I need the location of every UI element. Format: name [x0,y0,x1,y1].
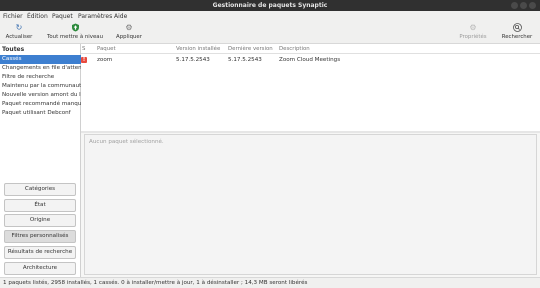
filter-sidebar: Toutes Cassés Changements en file d'atte… [0,44,81,277]
shield-upgrade-icon [71,23,80,32]
origin-button[interactable]: Origine [4,214,76,227]
filter-item-missing-recommends[interactable]: Paquet recommandé manquant [0,100,81,109]
broken-package-icon[interactable]: ! [81,57,87,63]
search-results-button[interactable]: Résultats de recherche [4,246,76,259]
mark-all-upgrades-label: Tout mettre à niveau [47,34,103,40]
architecture-button[interactable]: Architecture [4,262,76,275]
refresh-icon: ↻ [15,23,23,32]
column-description[interactable]: Description [279,46,310,52]
column-latest-version[interactable]: Dernière version [228,46,273,52]
mark-all-upgrades-button[interactable]: Tout mettre à niveau [46,23,104,43]
apply-label: Appliquer [116,34,142,40]
status-text: 1 paquets listés, 2958 installés, 1 cass… [3,280,308,286]
filter-item-broken[interactable]: Cassés [0,55,81,64]
column-status[interactable]: S [82,46,85,52]
maximize-button[interactable] [520,2,527,9]
status-bar: 1 paquets listés, 2958 installés, 1 cass… [0,277,540,288]
custom-filters-button[interactable]: Filtres personnalisés [4,230,76,243]
latest-version: 5.17.5.2543 [228,57,262,63]
menu-edit[interactable]: Édition [27,13,48,20]
column-package[interactable]: Paquet [97,46,116,52]
menu-settings[interactable]: Paramètres [78,13,112,20]
search-button[interactable]: Rechercher [500,23,534,43]
filter-list: Cassés Changements en file d'attente Fil… [0,55,81,118]
properties-label: Propriétés [459,34,487,40]
toolbar: ↻ Actualiser Tout mettre à niveau ⚙ Appl… [0,22,540,44]
filter-item-queued-changes[interactable]: Changements en file d'attente [0,64,81,73]
search-icon [512,23,522,32]
filter-item-community-maintained[interactable]: Maintenu par la communauté [0,82,81,91]
apply-button[interactable]: ⚙ Appliquer [114,23,144,43]
properties-gear-icon: ⚙ [469,23,477,32]
filter-item-search-filter[interactable]: Filtre de recherche [0,73,81,82]
status-button[interactable]: État [4,199,76,212]
apply-gears-icon: ⚙ [125,23,133,32]
title-bar: Gestionnaire de paquets Synaptic [0,0,540,11]
package-details-pane: Aucun paquet sélectionné. [84,134,537,275]
window-title: Gestionnaire de paquets Synaptic [212,2,328,9]
search-label: Rechercher [501,34,533,40]
menu-bar: Fichier Édition Paquet Paramètres Aide [0,11,540,22]
menu-help[interactable]: Aide [114,13,127,20]
reload-label: Actualiser [5,34,33,40]
menu-package[interactable]: Paquet [52,13,73,20]
properties-button[interactable]: ⚙ Propriétés [458,23,488,43]
filter-item-debconf[interactable]: Paquet utilisant Debconf [0,109,81,118]
filter-list-heading[interactable]: Toutes [2,46,24,53]
close-button[interactable] [529,2,536,9]
package-list-header: S Paquet Version installée Dernière vers… [81,45,540,54]
reload-button[interactable]: ↻ Actualiser [4,23,34,43]
no-package-selected-text: Aucun paquet sélectionné. [89,139,164,145]
package-name: zoom [97,57,113,63]
pane-divider[interactable] [81,131,540,133]
column-installed-version[interactable]: Version installée [176,46,220,52]
filter-item-new-upstream[interactable]: Nouvelle version amont du lo… [0,91,81,100]
installed-version: 5.17.5.2543 [176,57,210,63]
sections-button[interactable]: Catégories [4,183,76,196]
minimize-button[interactable] [511,2,518,9]
package-description: Zoom Cloud Meetings [279,57,341,63]
package-list: S Paquet Version installée Dernière vers… [81,44,540,131]
menu-file[interactable]: Fichier [3,13,23,20]
